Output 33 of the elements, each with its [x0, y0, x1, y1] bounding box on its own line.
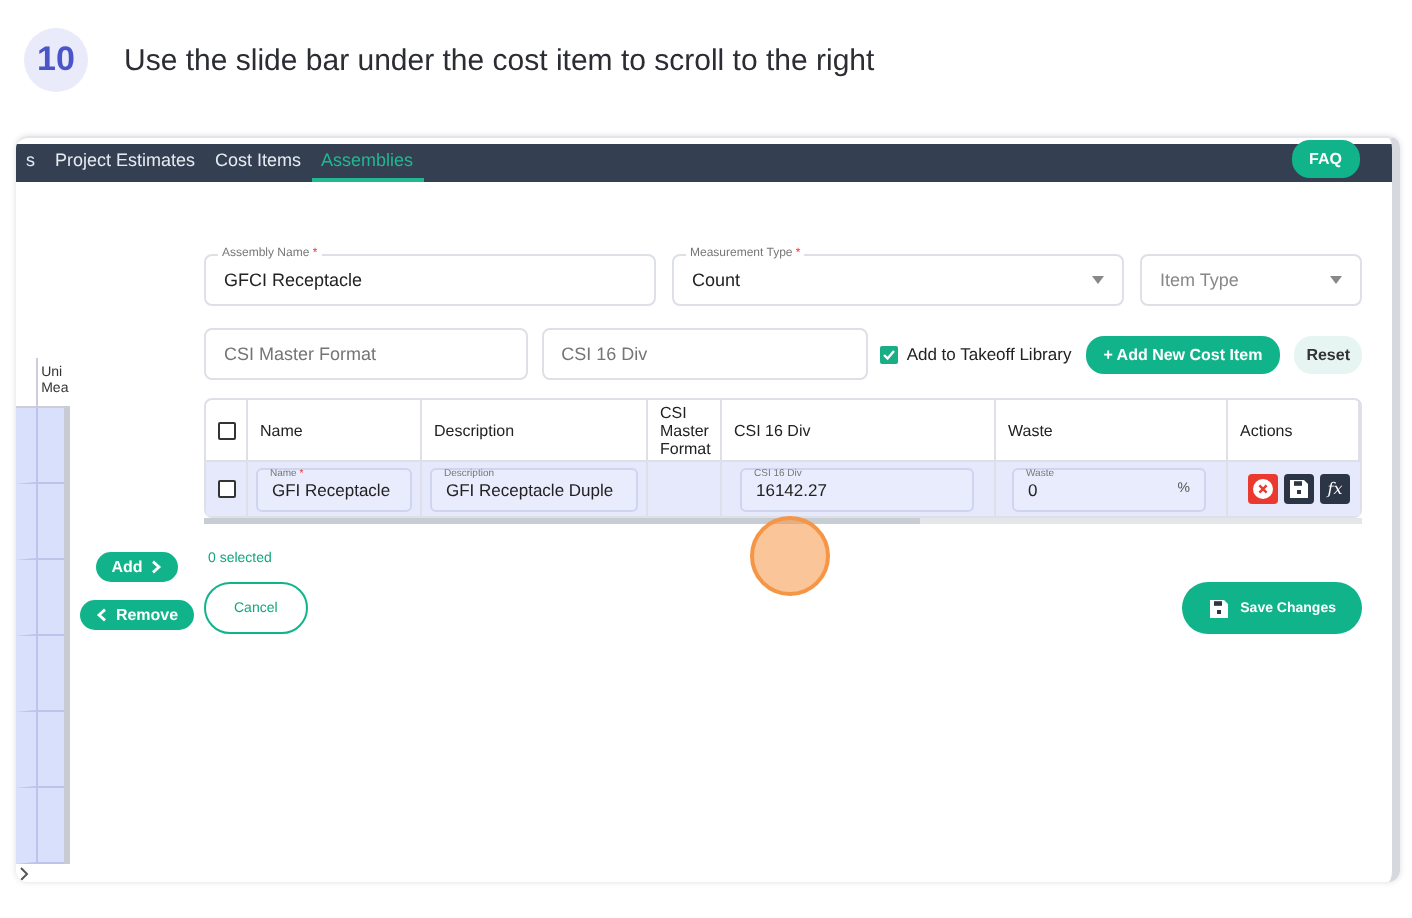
delete-button[interactable]: [1248, 474, 1278, 504]
step-instruction: Use the slide bar under the cost item to scroll to the right: [124, 43, 875, 77]
dropdown-caret-icon: [1092, 276, 1104, 284]
save-icon: [1288, 478, 1310, 500]
item-type-dropdown[interactable]: Item Type: [1140, 254, 1362, 306]
close-icon: [1252, 478, 1274, 500]
formula-button[interactable]: fx: [1320, 474, 1350, 504]
chevron-right-icon[interactable]: [18, 866, 30, 882]
step-number: 10: [24, 28, 88, 92]
placeholder-text: Item Type: [1160, 270, 1239, 290]
field-value: 16142.27: [756, 479, 827, 499]
field-value: GFI Receptacle Duple: [446, 479, 614, 499]
field-value: GFCI Receptacle: [224, 270, 363, 290]
field-value: Count: [692, 270, 741, 290]
nav-tab[interactable]: Project Estimates: [45, 150, 206, 182]
checkbox[interactable]: [880, 345, 899, 363]
reset-button[interactable]: Reset: [1294, 335, 1362, 373]
save-row-button[interactable]: [1284, 474, 1314, 504]
nav-tab[interactable]: s: [16, 150, 45, 182]
field-value: 0: [1028, 479, 1038, 499]
csi-master-format-field[interactable]: CSI Master Format: [204, 328, 528, 380]
select-all-checkbox[interactable]: [218, 421, 236, 439]
save-icon: [1208, 597, 1231, 619]
click-indicator: [750, 516, 830, 596]
nav-tab[interactable]: Assemblies: [311, 150, 424, 182]
field-value: GFI Receptacle: [272, 479, 391, 499]
chevron-right-icon: [150, 560, 163, 574]
checkbox-label: Add to Takeoff Library: [906, 344, 1072, 364]
nav-tab[interactable]: Cost Items: [205, 150, 312, 182]
row-checkbox[interactable]: [218, 480, 236, 498]
csi-16-div-field[interactable]: CSI 16 Div: [541, 328, 869, 380]
dropdown-caret-icon: [1330, 276, 1342, 284]
chevron-left-icon: [95, 608, 108, 622]
